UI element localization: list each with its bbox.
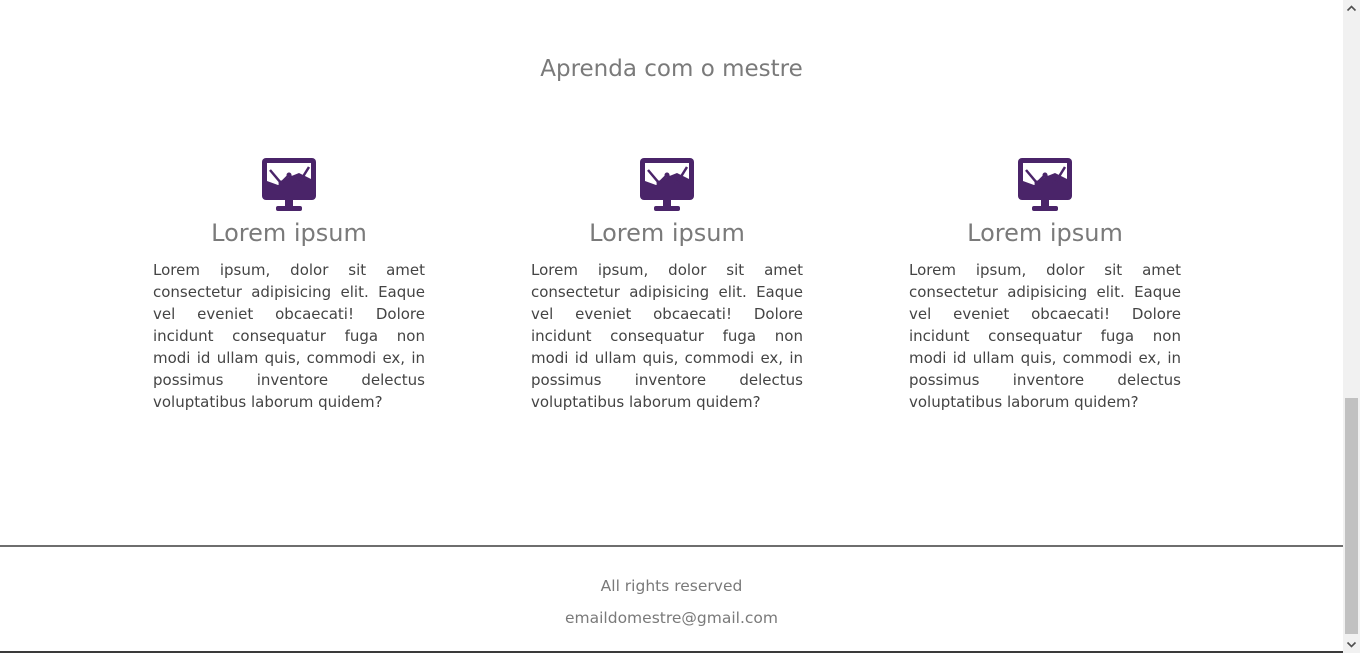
card-text: Lorem ipsum, dolor sit amet consectetur … — [153, 261, 425, 411]
monitor-chart-icon — [1018, 158, 1072, 211]
feature-cards: Lorem ipsum Lorem ipsum, dolor sit amet … — [0, 157, 1343, 427]
card-title: Lorem ipsum — [967, 219, 1123, 247]
footer-email: emaildomestre@gmail.com — [564, 609, 778, 627]
page: Aprenda com o mestre Lorem ipsum Lorem i… — [0, 0, 1343, 653]
monitor-chart-icon — [640, 158, 694, 211]
scroll-up-icon[interactable] — [1343, 0, 1360, 17]
section-title: Aprenda com o mestre — [540, 56, 803, 82]
scroll-down-icon[interactable] — [1343, 636, 1360, 653]
monitor-chart-icon — [262, 158, 316, 211]
card-text: Lorem ipsum, dolor sit amet consectetur … — [909, 261, 1181, 411]
card-title: Lorem ipsum — [589, 219, 745, 247]
card-text: Lorem ipsum, dolor sit amet consectetur … — [531, 261, 803, 411]
feature-card: Lorem ipsum Lorem ipsum, dolor sit amet … — [531, 157, 803, 413]
feature-card: Lorem ipsum Lorem ipsum, dolor sit amet … — [909, 157, 1181, 413]
feature-card: Lorem ipsum Lorem ipsum, dolor sit amet … — [153, 157, 425, 413]
scroll-thumb[interactable] — [1345, 398, 1358, 634]
footer-divider — [0, 545, 1343, 547]
card-title: Lorem ipsum — [211, 219, 367, 247]
vertical-scrollbar[interactable] — [1343, 0, 1360, 653]
footer-rights: All rights reserved — [600, 577, 743, 595]
